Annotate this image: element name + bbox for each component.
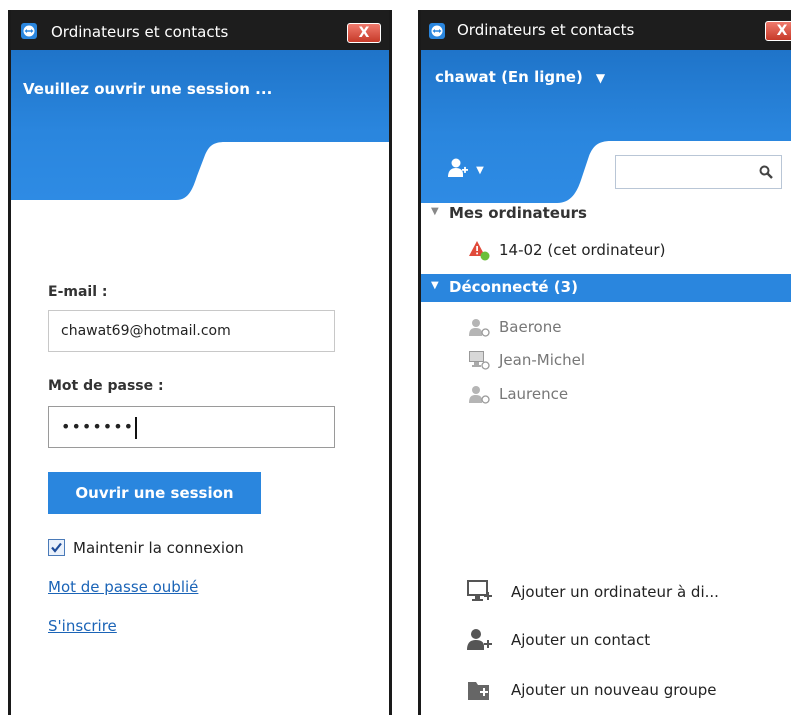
search-input[interactable] — [615, 155, 782, 189]
remember-checkbox[interactable] — [48, 539, 65, 556]
search-icon — [759, 165, 773, 179]
teamviewer-app-icon — [429, 23, 445, 39]
login-button[interactable]: Ouvrir une session — [48, 472, 261, 514]
close-button[interactable]: X — [765, 21, 791, 41]
add-contact-icon — [467, 629, 492, 650]
list-item-contact[interactable]: Laurence — [421, 381, 791, 409]
header-tab-cutout — [11, 142, 389, 200]
action-label: Ajouter un contact — [511, 631, 651, 649]
action-label: Ajouter un ordinateur à di... — [511, 583, 719, 601]
action-label: Ajouter un nouveau groupe — [511, 681, 717, 699]
contact-offline-icon — [469, 319, 490, 337]
add-group-icon — [468, 682, 489, 700]
contact-offline-icon — [469, 386, 490, 404]
add-group-action[interactable]: Ajouter un nouveau groupe — [421, 674, 791, 706]
group-header-offline[interactable]: ▼ Déconnecté (3) — [421, 274, 791, 302]
item-label: Baerone — [499, 318, 562, 336]
computer-offline-icon — [469, 351, 490, 370]
chevron-down-icon: ▼ — [476, 165, 484, 176]
checkmark-icon — [51, 542, 62, 553]
list-item-contact[interactable]: Baerone — [421, 314, 791, 342]
contacts-header: chawat (En ligne) ▼ ▼ — [421, 50, 791, 203]
email-field[interactable]: chawat69@hotmail.com — [48, 310, 335, 352]
login-window: Ordinateurs et contacts X Veuillez ouvri… — [8, 10, 392, 715]
window-title: Ordinateurs et contacts — [457, 21, 635, 39]
remember-label[interactable]: Maintenir la connexion — [73, 539, 244, 557]
add-contact-menu-button[interactable]: ▼ — [447, 157, 484, 183]
add-person-icon — [448, 158, 468, 177]
warning-computer-icon — [469, 241, 490, 261]
group-header-my-computers[interactable]: ▼ Mes ordinateurs — [421, 203, 791, 229]
list-item-contact[interactable]: Jean-Michel — [421, 347, 791, 375]
password-value: ••••••• — [61, 417, 135, 436]
add-computer-icon — [467, 580, 492, 601]
window-title: Ordinateurs et contacts — [51, 23, 229, 41]
signup-link[interactable]: S'inscrire — [48, 617, 117, 635]
forgot-password-link[interactable]: Mot de passe oublié — [48, 578, 198, 596]
password-field[interactable]: ••••••• — [48, 406, 335, 448]
group-label: Mes ordinateurs — [449, 204, 587, 222]
text-cursor — [135, 417, 138, 439]
expand-triangle-icon: ▼ — [431, 206, 439, 217]
item-label: 14-02 (cet ordinateur) — [499, 241, 666, 259]
teamviewer-app-icon — [21, 23, 37, 39]
close-button[interactable]: X — [347, 23, 381, 43]
group-label: Déconnecté (3) — [449, 278, 578, 296]
password-label: Mot de passe : — [48, 378, 164, 394]
email-label: E-mail : — [48, 284, 108, 300]
list-item-this-computer[interactable]: 14-02 (cet ordinateur) — [421, 237, 791, 265]
title-bar[interactable]: Ordinateurs et contacts X — [11, 10, 389, 50]
title-bar[interactable]: Ordinateurs et contacts X — [421, 10, 791, 50]
contacts-window: Ordinateurs et contacts X chawat (En lig… — [418, 10, 791, 715]
item-label: Laurence — [499, 385, 569, 403]
login-header: Veuillez ouvrir une session ... — [11, 50, 389, 200]
expand-triangle-icon: ▼ — [431, 280, 439, 291]
add-computer-action[interactable]: Ajouter un ordinateur à di... — [421, 576, 791, 608]
item-label: Jean-Michel — [499, 351, 586, 369]
add-contact-action[interactable]: Ajouter un contact — [421, 624, 791, 656]
